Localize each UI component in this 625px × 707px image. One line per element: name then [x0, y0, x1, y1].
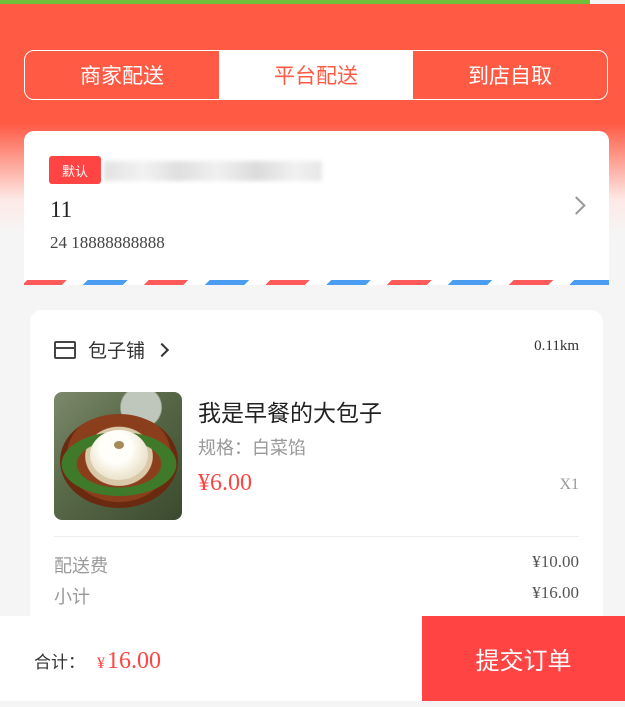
chevron-right-icon: [567, 196, 586, 215]
subtotal-row: 小计 ¥16.00: [54, 583, 579, 609]
bun-knot-shape: [114, 441, 124, 449]
shop-link[interactable]: 包子铺: [54, 336, 170, 363]
fee-label: 配送费: [54, 556, 108, 576]
product-quantity: X1: [559, 476, 579, 493]
total-currency: ¥: [97, 655, 105, 672]
tab-merchant-delivery[interactable]: 商家配送: [25, 51, 219, 99]
bun-shape: [90, 430, 148, 480]
total-amount: 16.00: [107, 648, 161, 674]
product-name: 我是早餐的大包子: [198, 401, 382, 426]
subtotal-label: 小计: [54, 587, 90, 607]
address-card[interactable]: 默认 11 24 18888888888: [24, 131, 609, 285]
recipient-phone: 24 18888888888: [50, 233, 165, 252]
total-label: 合计：: [34, 653, 85, 672]
delivery-tabs: 商家配送 平台配送 到店自取: [24, 50, 608, 100]
divider: [54, 536, 579, 537]
tab-store-pickup[interactable]: 到店自取: [413, 51, 607, 99]
checkout-footer: 合计： ¥ 16.00 提交订单: [0, 616, 625, 701]
default-badge: 默认: [49, 156, 101, 184]
chevron-right-icon: [154, 342, 170, 357]
recipient-name: 11: [50, 197, 73, 222]
product-price: ¥6.00: [198, 470, 252, 496]
shop-name: 包子铺: [88, 341, 146, 362]
submit-order-button[interactable]: 提交订单: [422, 616, 625, 701]
delivery-fee-row: 配送费 ¥10.00: [54, 552, 579, 578]
product-image: [54, 392, 182, 520]
product-spec: 规格：白菜馅: [198, 438, 306, 458]
tab-platform-delivery[interactable]: 平台配送: [219, 51, 413, 99]
shop-distance: 0.11km: [534, 338, 579, 354]
fee-value: ¥10.00: [532, 552, 579, 571]
total-price: 合计： ¥ 16.00: [34, 648, 161, 675]
store-icon: [54, 340, 76, 359]
airmail-stripe: [24, 280, 609, 285]
subtotal-value: ¥16.00: [532, 583, 579, 602]
order-card: 包子铺 0.11km 我是早餐的大包子 规格：白菜馅 ¥6.00 X1 配送费 …: [30, 310, 603, 640]
bottom-strip: [0, 701, 625, 707]
blurred-address: [104, 161, 322, 181]
